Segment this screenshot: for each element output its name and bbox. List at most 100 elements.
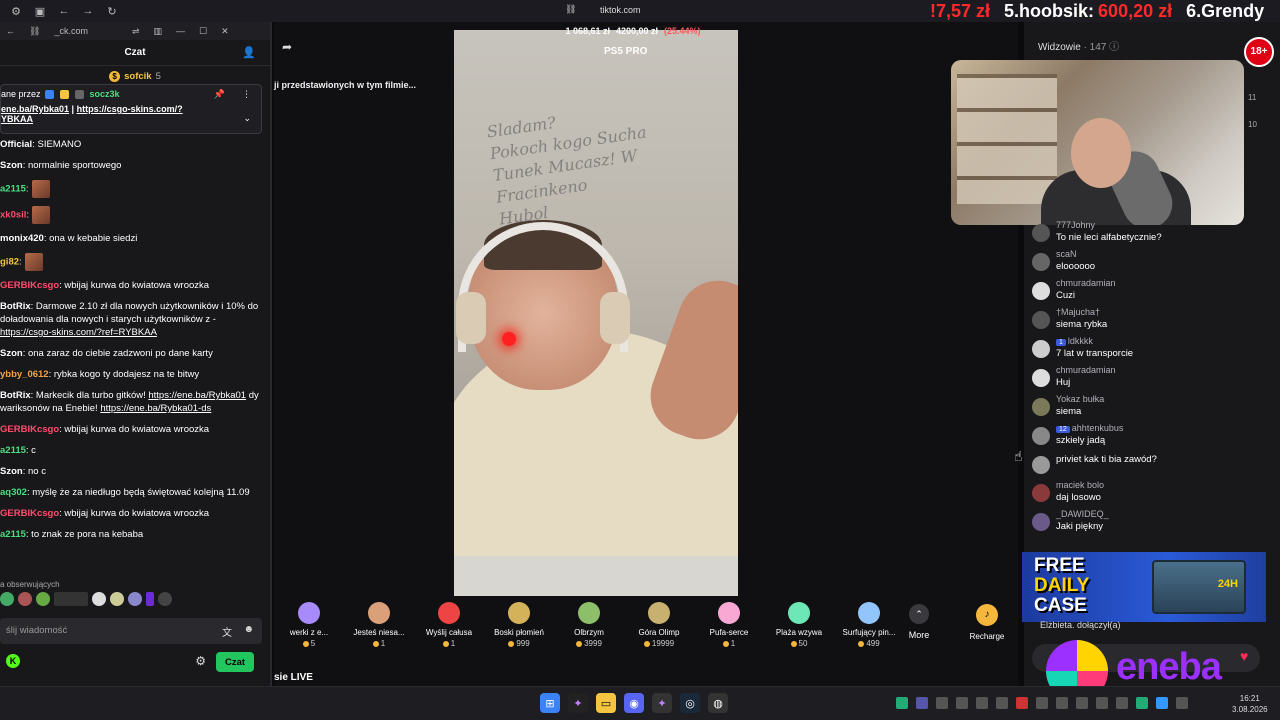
pinned-message[interactable]: ane przez socz3k ene.ba/Rybka01 | https:… bbox=[0, 84, 262, 134]
chat-username[interactable]: gi82 bbox=[0, 257, 19, 268]
volume-icon[interactable] bbox=[1116, 697, 1128, 709]
comment-author[interactable]: maciek bolo bbox=[1056, 480, 1104, 490]
chat-username[interactable]: Official bbox=[0, 139, 32, 150]
address-bar[interactable]: tiktok.com bbox=[600, 5, 641, 15]
pin-icon[interactable]: 📌 bbox=[214, 89, 225, 100]
top-supporter-name[interactable]: sofcik bbox=[124, 71, 151, 82]
chat-username[interactable]: a2115 bbox=[0, 184, 26, 195]
forward-icon[interactable]: → bbox=[80, 3, 96, 19]
pinned-link-1[interactable]: ene.ba/Rybka01 bbox=[1, 104, 69, 114]
live-video[interactable]: Sladam? Pokoch kogo Sucha Tunek Mucasz! … bbox=[454, 30, 738, 596]
promo-banner[interactable]: FREE DAILY CASE 24H bbox=[1022, 552, 1266, 622]
help-icon[interactable]: ⓘ bbox=[1109, 42, 1119, 53]
tray-icon[interactable] bbox=[956, 697, 968, 709]
folder-icon[interactable]: ▭ bbox=[596, 693, 616, 713]
comment-author[interactable]: Yokaz bułka bbox=[1056, 394, 1104, 404]
comment-author[interactable]: ahhtenkubus bbox=[1072, 423, 1124, 433]
tray-icon[interactable] bbox=[976, 697, 988, 709]
emote-icon[interactable] bbox=[18, 592, 32, 606]
comment-author[interactable]: _DAWIDEQ_ bbox=[1056, 509, 1109, 519]
chat-input[interactable]: ślij wiadomość ☻ 文 bbox=[0, 618, 262, 644]
tray-icon[interactable] bbox=[1156, 697, 1168, 709]
emote-icon[interactable] bbox=[54, 592, 88, 606]
chat-link[interactable]: https://csgo-skins.com/?ref=RYBKAA bbox=[0, 327, 157, 338]
tray-icon[interactable] bbox=[936, 697, 948, 709]
tray-icon[interactable] bbox=[896, 697, 908, 709]
emote-icon[interactable] bbox=[0, 592, 14, 606]
comment-author[interactable]: 777Johny bbox=[1056, 220, 1095, 230]
browser-app-icon[interactable]: ✦ bbox=[568, 693, 588, 713]
user-settings-icon[interactable]: 👤 bbox=[242, 46, 256, 59]
avatar[interactable] bbox=[1032, 513, 1050, 531]
emote-icon[interactable] bbox=[36, 592, 50, 606]
avatar[interactable] bbox=[1032, 456, 1050, 474]
chat-username[interactable]: monix420 bbox=[0, 233, 44, 244]
chevron-down-icon[interactable]: ⌄ bbox=[243, 113, 251, 124]
avatar[interactable] bbox=[1032, 427, 1050, 445]
avatar[interactable] bbox=[1032, 311, 1050, 329]
chat-username[interactable]: a2115 bbox=[0, 529, 26, 540]
chat-link[interactable]: https://ene.ba/Rybka01 bbox=[148, 390, 246, 401]
recharge-button[interactable]: ♪ Recharge bbox=[962, 604, 1012, 641]
tray-icon[interactable] bbox=[1056, 697, 1068, 709]
share-icon[interactable]: ➦ bbox=[282, 40, 292, 54]
close-icon[interactable]: ✕ bbox=[221, 26, 229, 37]
chat-username[interactable]: a2115 bbox=[0, 445, 26, 456]
avatar[interactable] bbox=[1032, 253, 1050, 271]
emote-icon[interactable] bbox=[110, 592, 124, 606]
comment-author[interactable]: scaN bbox=[1056, 249, 1077, 259]
chat-username[interactable]: GERBIKcsgo bbox=[0, 424, 59, 435]
avatar[interactable] bbox=[1032, 340, 1050, 358]
tray-icon[interactable] bbox=[996, 697, 1008, 709]
pinned-link-2[interactable]: https://csgo-skins.com/? bbox=[77, 104, 183, 114]
tray-icon[interactable] bbox=[916, 697, 928, 709]
reload-icon[interactable]: ↻ bbox=[104, 3, 120, 19]
browser-app-icon[interactable]: ✦ bbox=[652, 693, 672, 713]
more-options-icon[interactable]: ⋮ bbox=[242, 89, 251, 100]
wifi-icon[interactable] bbox=[1096, 697, 1108, 709]
back-icon[interactable]: ← bbox=[56, 3, 72, 19]
obs-icon[interactable]: ◍ bbox=[708, 693, 728, 713]
emoji-icon[interactable]: ☻ bbox=[243, 624, 254, 635]
chat-username[interactable]: BotRix bbox=[0, 390, 31, 401]
chat-username[interactable]: GERBIKcsgo bbox=[0, 280, 59, 291]
discord-icon[interactable]: ◉ bbox=[624, 693, 644, 713]
chat-username[interactable]: GERBIKcsgo bbox=[0, 508, 59, 519]
maximize-icon[interactable]: ☐ bbox=[199, 26, 207, 37]
avatar[interactable] bbox=[1032, 398, 1050, 416]
viewers-count[interactable]: Widzowie · 147 ⓘ bbox=[1038, 38, 1119, 53]
chat-username[interactable]: Szon bbox=[0, 466, 23, 477]
pinned-user[interactable]: socz3k bbox=[90, 89, 120, 99]
reader-icon[interactable]: ▥ bbox=[154, 26, 163, 37]
tray-icon[interactable] bbox=[1176, 697, 1188, 709]
emote-icon[interactable] bbox=[158, 592, 172, 606]
tray-icon[interactable] bbox=[1036, 697, 1048, 709]
steam-icon[interactable]: ◎ bbox=[680, 693, 700, 713]
translate-icon[interactable]: 文 bbox=[222, 624, 232, 639]
link-icon[interactable]: ⛓ bbox=[565, 4, 576, 15]
chat-username[interactable]: aq302 bbox=[0, 487, 27, 498]
more-gifts-button[interactable]: ⌃ More bbox=[904, 604, 934, 640]
minimize-icon[interactable]: — bbox=[176, 26, 185, 36]
browser-menu-icon[interactable]: ⚙ bbox=[8, 3, 24, 19]
chat-username[interactable]: BotRix bbox=[0, 301, 31, 312]
comment-author[interactable]: chmuradamian bbox=[1056, 365, 1116, 375]
heart-icon[interactable]: ♥ bbox=[1240, 648, 1256, 664]
send-chat-button[interactable]: Czat bbox=[216, 652, 254, 672]
start-icon[interactable]: ⊞ bbox=[540, 693, 560, 713]
chat-username[interactable]: ybby_0612 bbox=[0, 369, 49, 380]
emote-icon[interactable] bbox=[92, 592, 106, 606]
chat-username[interactable]: Szon bbox=[0, 348, 23, 359]
settings-icon[interactable]: ⇌ bbox=[132, 26, 140, 37]
tray-icon[interactable] bbox=[1016, 697, 1028, 709]
tray-icon[interactable] bbox=[1076, 697, 1088, 709]
comment-author[interactable]: †Majucha† bbox=[1056, 307, 1100, 317]
gear-icon[interactable]: ⚙ bbox=[195, 654, 206, 668]
avatar[interactable] bbox=[1032, 282, 1050, 300]
comment-author[interactable]: ldkkkk bbox=[1068, 336, 1093, 346]
emote-icon[interactable] bbox=[146, 592, 154, 606]
system-clock[interactable]: 16:21 3.08.2026 bbox=[1232, 693, 1268, 715]
tray-icon[interactable] bbox=[1136, 697, 1148, 709]
sidebar-toggle-icon[interactable]: ▣ bbox=[32, 3, 48, 19]
chat-username[interactable]: Szon bbox=[0, 160, 23, 171]
